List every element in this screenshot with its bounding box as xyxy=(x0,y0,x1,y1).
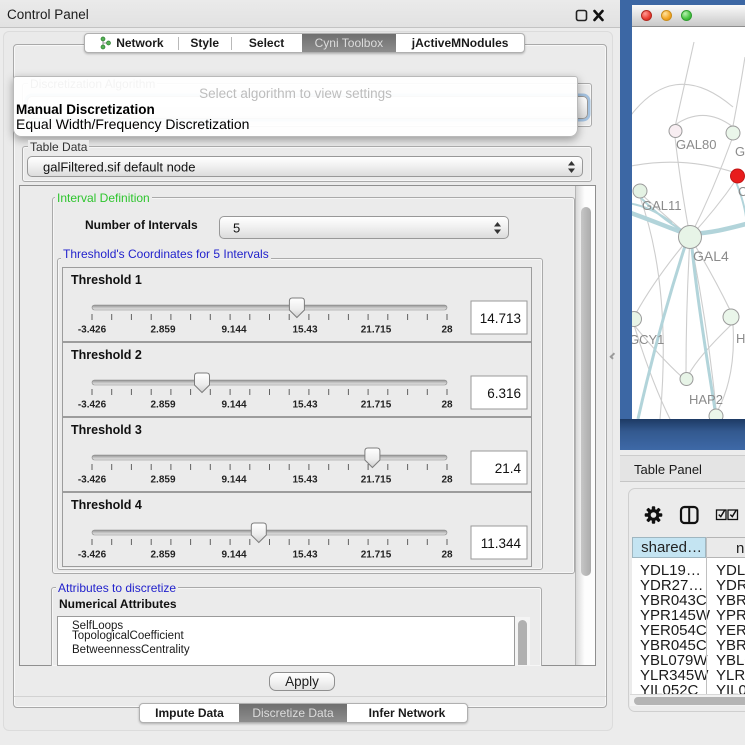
svg-text:15.43: 15.43 xyxy=(292,400,317,411)
svg-text:28: 28 xyxy=(441,325,453,336)
svg-text:2.859: 2.859 xyxy=(150,475,175,486)
svg-text:2.859: 2.859 xyxy=(150,400,175,411)
svg-text:28: 28 xyxy=(441,400,453,411)
svg-text:11.344: 11.344 xyxy=(481,536,522,551)
svg-text:2.859: 2.859 xyxy=(150,325,175,336)
svg-text:-3.426: -3.426 xyxy=(78,325,107,336)
svg-text:GAL4: GAL4 xyxy=(693,248,729,264)
svg-text:21.715: 21.715 xyxy=(361,400,392,411)
svg-text:HAP2: HAP2 xyxy=(689,392,723,407)
svg-text:28: 28 xyxy=(441,475,453,486)
svg-text:Threshold 2: Threshold 2 xyxy=(71,348,142,362)
svg-text:21.4: 21.4 xyxy=(495,461,522,476)
svg-text:6.316: 6.316 xyxy=(487,386,521,401)
svg-text:C: C xyxy=(738,184,745,199)
svg-text:GAL80: GAL80 xyxy=(676,137,716,152)
svg-text:GAL11: GAL11 xyxy=(642,198,682,213)
svg-text:9.144: 9.144 xyxy=(221,550,246,561)
svg-text:28: 28 xyxy=(441,550,453,561)
svg-text:H: H xyxy=(736,331,745,346)
svg-text:-3.426: -3.426 xyxy=(78,400,107,411)
svg-text:15.43: 15.43 xyxy=(292,550,317,561)
svg-text:-3.426: -3.426 xyxy=(78,550,107,561)
svg-text:2.859: 2.859 xyxy=(150,550,175,561)
svg-text:9.144: 9.144 xyxy=(221,400,246,411)
svg-text:9.144: 9.144 xyxy=(221,475,246,486)
svg-text:Threshold 3: Threshold 3 xyxy=(71,423,142,437)
svg-text:GA: GA xyxy=(735,144,745,159)
svg-text:21.715: 21.715 xyxy=(361,475,392,486)
svg-text:Threshold 4: Threshold 4 xyxy=(71,498,142,512)
svg-text:Threshold 1: Threshold 1 xyxy=(71,273,142,287)
svg-text:14.713: 14.713 xyxy=(480,311,521,326)
svg-text:9.144: 9.144 xyxy=(221,325,246,336)
svg-text:21.715: 21.715 xyxy=(361,550,392,561)
svg-text:21.715: 21.715 xyxy=(361,325,392,336)
svg-text:15.43: 15.43 xyxy=(292,475,317,486)
svg-text:15.43: 15.43 xyxy=(292,325,317,336)
svg-text:GCY1: GCY1 xyxy=(632,332,664,347)
svg-text:-3.426: -3.426 xyxy=(78,475,107,486)
